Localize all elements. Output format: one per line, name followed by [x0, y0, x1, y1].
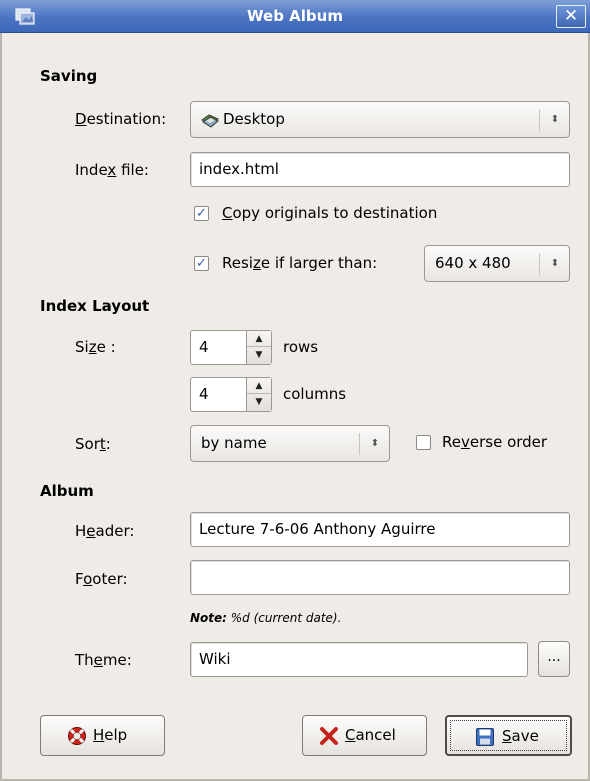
columns-increment-button[interactable]: ▲ — [247, 378, 271, 394]
footer-note: Note: %d (current date). — [190, 611, 342, 625]
sort-value: by name — [201, 434, 267, 452]
theme-input[interactable]: Wiki — [190, 642, 528, 677]
theme-browse-button[interactable]: ... — [538, 641, 570, 677]
reverse-order-label[interactable]: Reverse order — [442, 433, 547, 451]
save-floppy-icon — [476, 728, 494, 746]
help-lifebuoy-icon — [68, 727, 86, 745]
cancel-label: Cancel — [345, 726, 396, 744]
resize-size-combo[interactable]: 640 x 480 ⬍ — [424, 245, 570, 282]
close-icon: ✕ — [563, 6, 579, 26]
index-file-input[interactable]: index.html — [190, 152, 570, 187]
resize-checkbox[interactable]: ✓ — [194, 256, 209, 271]
reverse-order-checkbox[interactable] — [416, 435, 431, 450]
copy-originals-checkbox[interactable]: ✓ — [194, 206, 209, 221]
columns-value: 4 — [199, 385, 209, 403]
rows-decrement-button[interactable]: ▼ — [247, 347, 271, 363]
rows-spinner[interactable]: 4 ▲ ▼ — [190, 330, 272, 365]
album-heading: Album — [40, 482, 94, 500]
save-label: Save — [502, 727, 539, 745]
close-button[interactable]: ✕ — [556, 5, 586, 28]
rows-increment-button[interactable]: ▲ — [247, 331, 271, 347]
window-title: Web Album — [247, 7, 343, 25]
combo-arrows-icon: ⬍ — [370, 438, 380, 449]
help-label: Help — [93, 726, 128, 744]
saving-heading: Saving — [40, 67, 98, 85]
combo-arrows-icon: ⬍ — [550, 258, 560, 269]
size-label: Size : — [75, 338, 116, 356]
save-button[interactable]: Save — [445, 715, 572, 756]
theme-label: Theme: — [75, 651, 132, 669]
footer-label: Footer: — [75, 570, 128, 588]
title-bar[interactable]: Web Album ✕ — [0, 0, 590, 33]
header-input[interactable]: Lecture 7-6-06 Anthony Aguirre — [190, 512, 570, 547]
sort-label: Sort: — [75, 435, 111, 453]
cancel-button[interactable]: Cancel — [302, 715, 427, 756]
destination-label: Destination: — [75, 110, 167, 128]
desktop-icon — [201, 114, 219, 128]
copy-originals-label[interactable]: Copy originals to destination — [222, 204, 437, 222]
cancel-x-icon — [320, 727, 338, 745]
columns-decrement-button[interactable]: ▼ — [247, 394, 271, 410]
rows-unit-label: rows — [283, 338, 319, 356]
columns-spinner[interactable]: 4 ▲ ▼ — [190, 377, 272, 412]
window-frame-left — [0, 33, 2, 781]
index-layout-heading: Index Layout — [40, 297, 150, 315]
rows-value: 4 — [199, 338, 209, 356]
combo-arrows-icon: ⬍ — [550, 114, 560, 125]
resize-size-value: 640 x 480 — [435, 254, 511, 272]
header-label: Header: — [75, 522, 135, 540]
destination-combo[interactable]: Desktop ⬍ — [190, 101, 570, 138]
index-file-label: Index file: — [75, 161, 149, 179]
footer-input[interactable] — [190, 560, 570, 595]
destination-value: Desktop — [223, 110, 285, 128]
resize-label[interactable]: Resize if larger than: — [222, 254, 377, 272]
sort-combo[interactable]: by name ⬍ — [190, 425, 390, 462]
columns-unit-label: columns — [283, 385, 347, 403]
help-button[interactable]: Help — [40, 715, 165, 756]
